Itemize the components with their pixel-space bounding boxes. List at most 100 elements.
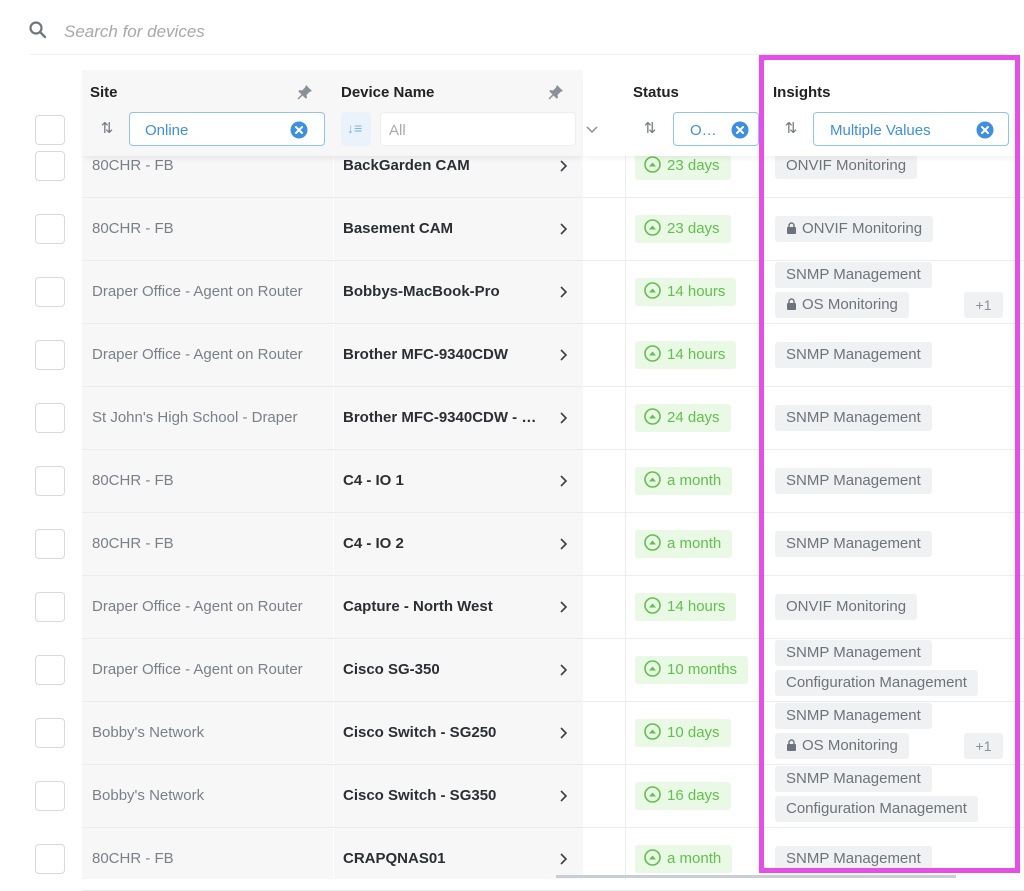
more-insights-badge[interactable]: +1 — [964, 733, 1003, 759]
table-row[interactable]: Bobby's Network Cisco Switch - SG350 16 da… — [0, 765, 1024, 828]
status-badge: 14 hours — [635, 278, 737, 306]
insight-tag[interactable]: SNMP Management — [775, 703, 932, 729]
insight-tag[interactable]: Configuration Management — [775, 670, 978, 696]
sort-icon[interactable]: ⇅ — [98, 120, 116, 138]
status-badge: 23 days — [635, 215, 731, 243]
table-row[interactable]: Draper Office - Agent on Router Cisco SG-… — [0, 639, 1024, 702]
device-name-cell[interactable]: CRAPQNAS01 — [343, 850, 446, 867]
site-filter[interactable]: Online — [129, 112, 325, 146]
row-checkbox[interactable] — [35, 403, 65, 433]
chevron-down-icon[interactable] — [585, 122, 599, 136]
clear-filter-icon[interactable] — [976, 121, 994, 139]
table-row[interactable]: Draper Office - Agent on Router Capture -… — [0, 576, 1024, 639]
insight-tag[interactable]: SNMP Management — [775, 342, 932, 368]
chevron-right-icon[interactable] — [556, 222, 570, 236]
status-badge: 23 days — [635, 152, 731, 180]
row-checkbox[interactable] — [35, 655, 65, 685]
chevron-right-icon[interactable] — [556, 159, 570, 173]
status-duration: 14 hours — [667, 346, 726, 363]
row-checkbox[interactable] — [35, 214, 65, 244]
insight-tag-label: ONVIF Monitoring — [786, 598, 907, 615]
row-checkbox[interactable] — [35, 781, 65, 811]
device-filter-select[interactable]: All — [380, 112, 576, 146]
column-title-device-name[interactable]: Device Name — [341, 84, 434, 101]
table-row[interactable]: 80CHR - FB C4 - IO 2 a month SNMP Managemen… — [0, 513, 1024, 576]
insight-tag[interactable]: ONVIF Monitoring — [775, 216, 934, 242]
insight-tag[interactable]: OS Monitoring — [775, 292, 909, 318]
device-name-cell[interactable]: Brother MFC-9340CDW — [343, 346, 508, 363]
device-name-cell[interactable]: Basement CAM — [343, 220, 453, 237]
device-name-cell[interactable]: Brother MFC-9340CDW - … — [343, 409, 536, 426]
horizontal-scrollbar[interactable] — [556, 875, 956, 878]
table-row[interactable]: Draper Office - Agent on Router Brother M… — [0, 324, 1024, 387]
device-filter-placeholder: All — [389, 122, 406, 139]
insight-tag-label: SNMP Management — [786, 472, 921, 489]
insight-tag[interactable]: SNMP Management — [775, 640, 932, 666]
chevron-right-icon[interactable] — [556, 348, 570, 362]
device-name-cell[interactable]: C4 - IO 2 — [343, 535, 404, 552]
device-name-cell[interactable]: C4 - IO 1 — [343, 472, 404, 489]
table-row[interactable]: Bobby's Network Cisco Switch - SG250 10 da… — [0, 702, 1024, 765]
insight-tag[interactable]: SNMP Management — [775, 846, 932, 872]
column-title-insights[interactable]: Insights — [773, 84, 831, 101]
device-name-cell[interactable]: BackGarden CAM — [343, 157, 470, 174]
device-name-cell[interactable]: Cisco Switch - SG350 — [343, 787, 496, 804]
insight-tag-label: SNMP Management — [786, 770, 921, 787]
sort-icon[interactable]: ⇅ — [782, 120, 800, 138]
status-filter[interactable]: O… — [673, 112, 759, 146]
insight-tag-label: SNMP Management — [786, 850, 921, 867]
insight-tag[interactable]: SNMP Management — [775, 405, 932, 431]
pin-icon[interactable] — [547, 83, 565, 101]
row-checkbox[interactable] — [35, 529, 65, 559]
insight-tag[interactable]: SNMP Management — [775, 468, 932, 494]
chevron-right-icon[interactable] — [556, 411, 570, 425]
insight-tag[interactable]: SNMP Management — [775, 766, 932, 792]
status-duration: 10 months — [667, 661, 738, 678]
row-checkbox[interactable] — [35, 718, 65, 748]
insights-filter[interactable]: Multiple Values — [813, 112, 1009, 146]
chevron-right-icon[interactable] — [556, 600, 570, 614]
table-row[interactable]: 80CHR - FB C4 - IO 1 a month SNMP Managemen… — [0, 450, 1024, 513]
table-row[interactable]: 80CHR - FB Basement CAM 23 days ONVIF Monit… — [0, 198, 1024, 261]
sort-icon[interactable]: ⇅ — [641, 120, 659, 138]
clear-filter-icon[interactable] — [731, 121, 749, 139]
chevron-right-icon[interactable] — [556, 285, 570, 299]
clear-filter-icon[interactable] — [290, 121, 308, 139]
chevron-right-icon[interactable] — [556, 789, 570, 803]
device-name-cell[interactable]: Bobbys-MacBook-Pro — [343, 283, 500, 300]
column-title-status[interactable]: Status — [633, 84, 679, 101]
status-filter-value: O… — [690, 122, 717, 139]
status-up-icon — [644, 723, 661, 740]
row-checkbox[interactable] — [35, 277, 65, 307]
chevron-right-icon[interactable] — [556, 474, 570, 488]
pin-icon[interactable] — [296, 83, 314, 101]
chevron-right-icon[interactable] — [556, 852, 570, 866]
site-cell: Bobby's Network — [92, 787, 205, 804]
insight-tag[interactable]: SNMP Management — [775, 531, 932, 557]
row-checkbox[interactable] — [35, 340, 65, 370]
device-name-cell[interactable]: Cisco SG-350 — [343, 661, 440, 678]
insight-tag-label: SNMP Management — [786, 266, 921, 283]
device-name-cell[interactable]: Capture - North West — [343, 598, 493, 615]
more-insights-badge[interactable]: +1 — [964, 292, 1003, 318]
table-row[interactable]: St John's High School - Draper Brother MF… — [0, 387, 1024, 450]
table-row[interactable]: Draper Office - Agent on Router Bobbys-Ma… — [0, 261, 1024, 324]
status-badge: 10 months — [635, 656, 749, 684]
chevron-right-icon[interactable] — [556, 726, 570, 740]
sort-active-button[interactable]: ↓≡ — [341, 112, 371, 146]
row-checkbox[interactable] — [35, 466, 65, 496]
row-checkbox[interactable] — [35, 592, 65, 622]
insight-tag[interactable]: OS Monitoring — [775, 733, 909, 759]
insight-tag[interactable]: SNMP Management — [775, 262, 932, 288]
table-row[interactable]: 80CHR - FB CRAPQNAS01 a month SNMP Manageme… — [0, 828, 1024, 891]
chevron-right-icon[interactable] — [556, 663, 570, 677]
column-title-site[interactable]: Site — [90, 84, 118, 101]
select-all-checkbox[interactable] — [35, 115, 65, 145]
status-badge: a month — [635, 845, 733, 873]
device-name-cell[interactable]: Cisco Switch - SG250 — [343, 724, 496, 741]
insight-tag[interactable]: Configuration Management — [775, 796, 978, 822]
insight-tag[interactable]: ONVIF Monitoring — [775, 594, 918, 620]
chevron-right-icon[interactable] — [556, 537, 570, 551]
row-checkbox[interactable] — [35, 844, 65, 874]
insight-tag[interactable]: ONVIF Monitoring — [775, 153, 918, 179]
